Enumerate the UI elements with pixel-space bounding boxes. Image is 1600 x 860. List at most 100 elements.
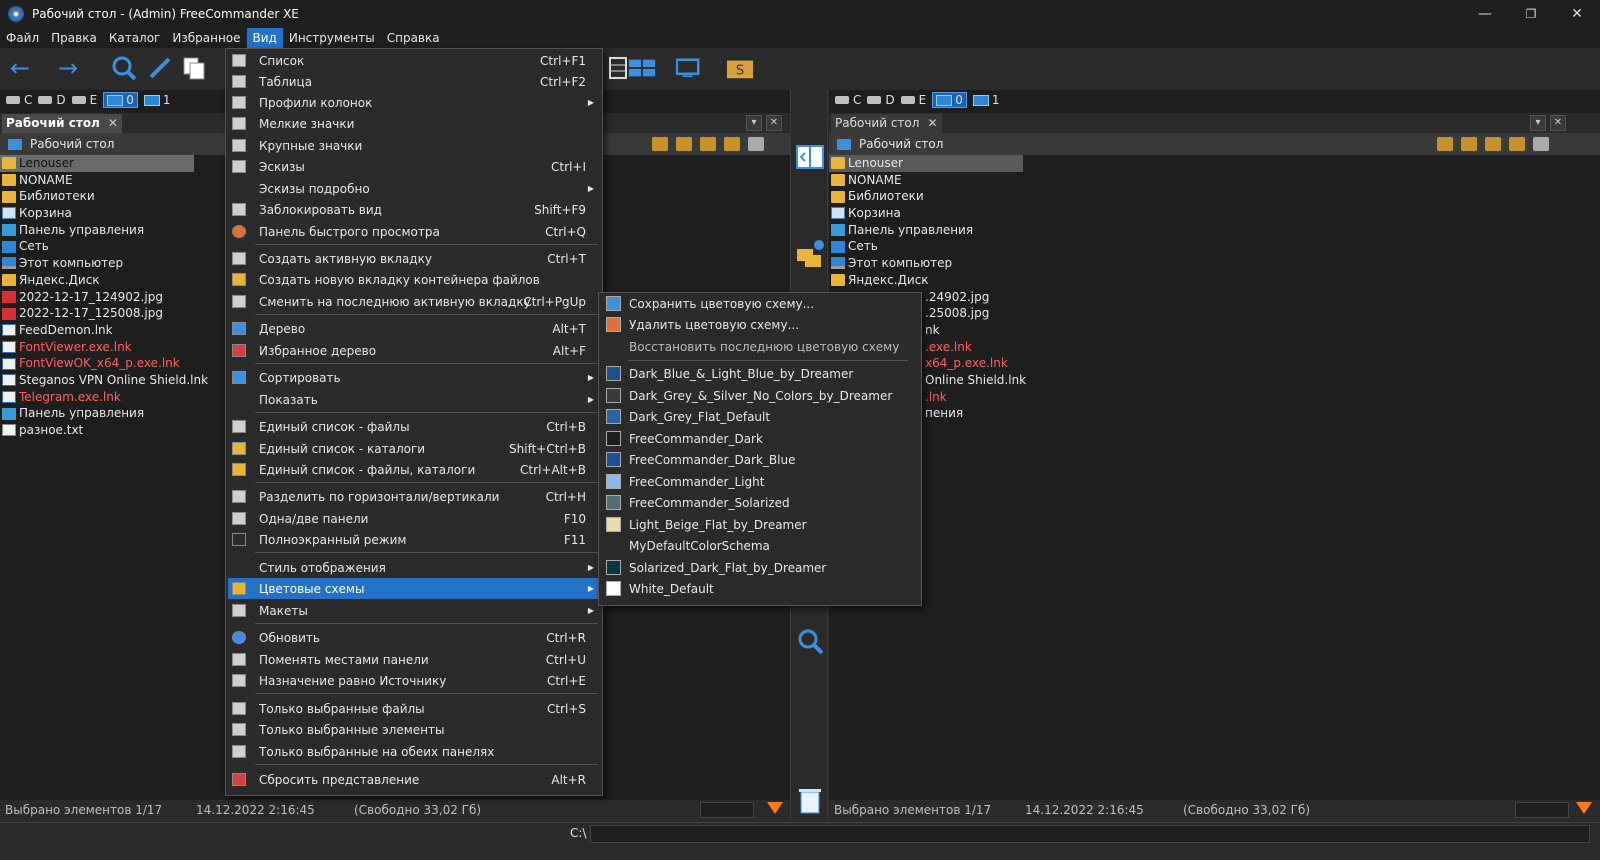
menu-item-quick-view-panel[interactable]: Панель быстрого просмотра Ctrl+Q (228, 221, 600, 242)
menu-favorites[interactable]: Избранное (166, 28, 246, 48)
menu-item-table[interactable]: Таблица Ctrl+F2 (228, 71, 600, 92)
list-item[interactable]: 2022-12-17_125008.jpg (0, 305, 222, 322)
menu-item-save-color-scheme[interactable]: Сохранить цветовую схему... (601, 293, 919, 314)
scripts-folder-icon[interactable]: S (726, 54, 754, 82)
left-filter-dropdown[interactable] (700, 802, 754, 818)
menu-item-last-active-tab[interactable]: Сменить на последнюю активную вкладку Ctr… (228, 291, 600, 312)
menu-item-sort[interactable]: Сортировать ▶ (228, 367, 600, 388)
tab-close-all-icon[interactable]: ✕ (766, 115, 782, 131)
menu-item-delete-color-scheme[interactable]: Удалить цветовую схему... (601, 314, 919, 335)
menu-item-small-icons[interactable]: Мелкие значки (228, 113, 600, 134)
copy-files-icon[interactable] (180, 54, 208, 82)
menu-item-display-style[interactable]: Стиль отображения ▶ (228, 557, 600, 578)
menu-item-one-two-panels[interactable]: Одна/две панели F10 (228, 508, 600, 529)
menu-item-new-active-tab[interactable]: Создать активную вкладку Ctrl+T (228, 248, 600, 269)
menu-item-list[interactable]: Список Ctrl+F1 (228, 50, 600, 71)
list-item[interactable]: Библиотеки (829, 188, 1229, 205)
list-item[interactable]: Steganos VPN Online Shield.lnk (0, 372, 222, 389)
list-item[interactable]: Lenouser (829, 155, 1023, 172)
scheme-item[interactable]: FreeCommander_Solarized (601, 492, 919, 513)
panels-layout-icon[interactable] (628, 54, 656, 82)
scheme-item[interactable]: Solarized_Dark_Flat_by_Dreamer (601, 557, 919, 578)
forward-arrow-icon[interactable]: → (54, 54, 82, 82)
root-folder-icon[interactable] (1509, 137, 1525, 151)
list-item[interactable]: Панель управления (0, 405, 222, 422)
list-item[interactable]: Панель управления (829, 222, 1229, 239)
menu-item-swap-panels[interactable]: Поменять местами панели Ctrl+U (228, 649, 600, 670)
list-item[interactable]: Этот компьютер (0, 255, 222, 272)
compare-folders-icon[interactable] (795, 238, 825, 268)
filter-icon[interactable] (767, 802, 783, 814)
search-icon[interactable] (110, 54, 138, 82)
scheme-item[interactable]: Dark_Grey_&_Silver_No_Colors_by_Dreamer (601, 385, 919, 406)
folder-options-icon[interactable] (1533, 137, 1549, 151)
scheme-item[interactable]: FreeCommander_Light (601, 471, 919, 492)
minimize-button[interactable]: — (1462, 0, 1508, 28)
recycle-bin-icon[interactable] (795, 786, 825, 816)
scheme-item[interactable]: White_Default (601, 578, 919, 599)
list-item[interactable]: Библиотеки (0, 188, 222, 205)
monitor-icon[interactable] (676, 54, 704, 82)
swap-panels-icon[interactable] (795, 142, 825, 172)
menu-item-flat-list-files[interactable]: Единый список - файлы Ctrl+B (228, 416, 600, 437)
list-item[interactable]: разное.txt (0, 422, 222, 439)
network-1-button[interactable]: 1 (143, 93, 171, 107)
restore-button[interactable]: ❐ (1508, 0, 1554, 28)
tab-list-dropdown-icon[interactable]: ▾ (1530, 115, 1546, 131)
menu-item-reset-view[interactable]: Сбросить представление Alt+R (228, 769, 600, 790)
back-arrow-icon[interactable]: ← (6, 54, 34, 82)
menu-item-selected-files-only[interactable]: Только выбранные файлы Ctrl+S (228, 698, 600, 719)
menu-item-color-schemes[interactable]: Цветовые схемы ▶ (228, 578, 600, 599)
menu-help[interactable]: Справка (381, 28, 446, 48)
menu-folder[interactable]: Каталог (103, 28, 167, 48)
drive-c-button[interactable]: C (835, 93, 861, 107)
menu-item-selected-both-panels[interactable]: Только выбранные на обеих панелях (228, 741, 600, 762)
list-item[interactable]: Сеть (0, 238, 222, 255)
menu-item-thumbnails[interactable]: Эскизы Ctrl+I (228, 156, 600, 177)
list-item[interactable]: Панель управления (0, 222, 222, 239)
history-icon[interactable] (652, 137, 668, 151)
favorites-icon[interactable] (676, 137, 692, 151)
list-item[interactable]: Сеть (829, 238, 1229, 255)
folder-options-icon[interactable] (748, 137, 764, 151)
menu-file[interactable]: Файл (0, 28, 45, 48)
menu-item-flat-list-folders[interactable]: Единый список - каталоги Shift+Ctrl+B (228, 438, 600, 459)
menu-item-target-equals-source[interactable]: Назначение равно Источнику Ctrl+E (228, 670, 600, 691)
drive-c-button[interactable]: C (6, 93, 32, 107)
list-item[interactable]: FontViewOK_x64_p.exe.lnk (0, 355, 222, 372)
menu-item-favorites-tree[interactable]: Избранное дерево Alt+F (228, 340, 600, 361)
edit-pencil-icon[interactable] (146, 54, 174, 82)
tab-close-icon[interactable]: ✕ (108, 114, 118, 133)
close-button[interactable]: ✕ (1554, 0, 1600, 28)
list-item[interactable]: Яндекс.Диск (0, 272, 222, 289)
list-item[interactable]: NONAME (0, 172, 222, 189)
list-item[interactable]: Корзина (829, 205, 1229, 222)
find-icon[interactable] (795, 626, 825, 656)
menu-item-show[interactable]: Показать ▶ (228, 389, 600, 410)
list-item[interactable]: Яндекс.Диск (829, 272, 1229, 289)
tab-close-all-icon[interactable]: ✕ (1550, 115, 1566, 131)
menu-item-thumbnails-detailed[interactable]: Эскизы подробно ▶ (228, 178, 600, 199)
menu-tools[interactable]: Инструменты (283, 28, 381, 48)
list-item[interactable]: 2022-12-17_124902.jpg (0, 289, 222, 306)
list-item[interactable]: Lenouser (0, 155, 194, 172)
list-item[interactable]: FontViewer.exe.lnk (0, 339, 222, 356)
right-filter-dropdown[interactable] (1515, 802, 1569, 818)
menu-item-lock-view[interactable]: Заблокировать вид Shift+F9 (228, 199, 600, 220)
tab-list-dropdown-icon[interactable]: ▾ (746, 115, 762, 131)
scheme-item[interactable]: Light_Beige_Flat_by_Dreamer (601, 514, 919, 535)
scheme-item[interactable]: Dark_Grey_Flat_Default (601, 406, 919, 427)
network-1-button[interactable]: 1 (972, 93, 1000, 107)
menu-item-selected-items-only[interactable]: Только выбранные элементы (228, 719, 600, 740)
list-item[interactable]: NONAME (829, 172, 1229, 189)
list-item[interactable]: Корзина (0, 205, 222, 222)
parent-folder-icon[interactable] (700, 137, 716, 151)
menu-item-refresh[interactable]: Обновить Ctrl+R (228, 627, 600, 648)
command-line-input[interactable] (590, 825, 1590, 843)
menu-item-fullscreen[interactable]: Полноэкранный режим F11 (228, 529, 600, 550)
drive-d-button[interactable]: D (867, 93, 895, 107)
list-item[interactable]: Telegram.exe.lnk (0, 389, 222, 406)
menu-item-column-profiles[interactable]: Профили колонок ▶ (228, 92, 600, 113)
scheme-item[interactable]: Dark_Blue_&_Light_Blue_by_Dreamer (601, 363, 919, 384)
menu-item-new-container-tab[interactable]: Создать новую вкладку контейнера файлов (228, 269, 600, 290)
